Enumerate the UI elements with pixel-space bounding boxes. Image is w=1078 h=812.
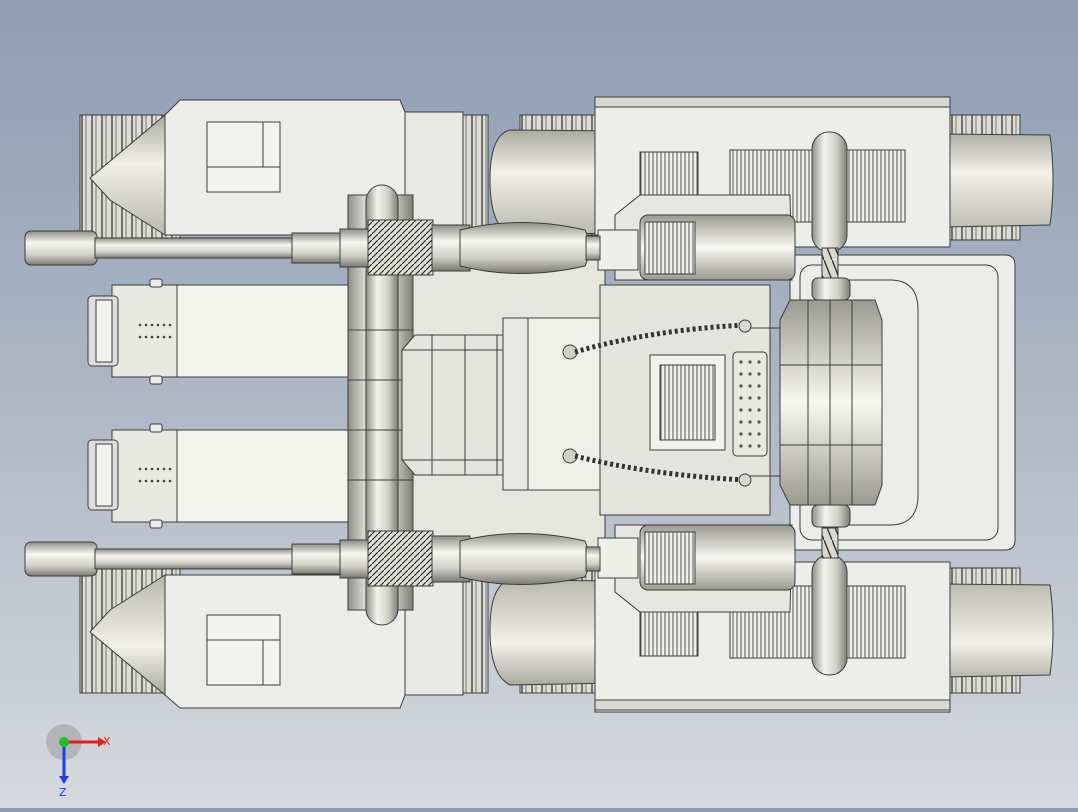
tank-model-top-view[interactable] bbox=[0, 0, 1078, 808]
launcher-pod-upper bbox=[87, 278, 353, 385]
launcher-pod-lower bbox=[87, 423, 353, 529]
turret-housing-upper bbox=[597, 194, 796, 281]
turret-housing-lower bbox=[597, 524, 796, 613]
exhaust-pipe bbox=[811, 554, 848, 676]
exhaust-pipe bbox=[811, 131, 848, 253]
hatch bbox=[206, 121, 281, 193]
hatch bbox=[206, 614, 281, 686]
cad-viewport[interactable] bbox=[0, 0, 1078, 808]
fuel-drum bbox=[779, 277, 883, 528]
tank-body bbox=[24, 96, 1054, 713]
coordinate-triad: X Z bbox=[40, 720, 130, 800]
z-axis-label: Z bbox=[59, 786, 67, 799]
x-axis-label: X bbox=[103, 735, 111, 748]
y-axis-dot bbox=[59, 737, 69, 747]
